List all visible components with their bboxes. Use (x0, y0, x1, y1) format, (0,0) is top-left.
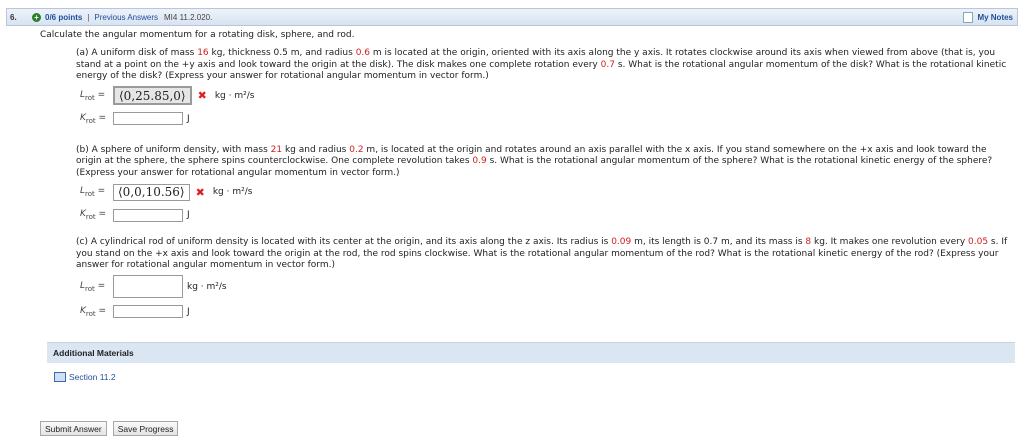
header-separator: | (87, 12, 90, 22)
book-icon (54, 372, 66, 382)
part-b-L-answer[interactable]: ⟨0,0,10.56⟩ (113, 183, 190, 201)
L-units: kg · m²/s (212, 187, 253, 197)
sphere-mass: 21 (270, 144, 283, 155)
section-link-label[interactable]: Section 11.2 (69, 372, 116, 382)
part-b-text: (b) A sphere of uniform density, with ma… (76, 144, 993, 178)
K-units: J (187, 113, 190, 124)
K-rot-label: Krot = (80, 305, 107, 318)
K-units: J (187, 306, 190, 317)
part-b-K-row: Krot = J (80, 205, 1008, 225)
part-a-text: (a) A uniform disk of mass 16 kg, thickn… (76, 48, 1007, 81)
action-buttons: Submit Answer Save Progress (40, 421, 179, 436)
L-units: kg · m²/s (187, 281, 227, 292)
rod-period: 0.05 (968, 237, 989, 247)
question-intro: Calculate the angular momentum for a rot… (40, 30, 355, 40)
part-c-text: (c) A cylindrical rod of uniform density… (76, 237, 1008, 270)
part-c-K-row: Krot = J (80, 302, 1008, 322)
save-progress-button[interactable]: Save Progress (112, 421, 179, 436)
incorrect-x-icon: ✖ (195, 185, 205, 199)
sphere-radius: 0.2 (349, 144, 364, 155)
K-rot-label: Krot = (80, 112, 107, 125)
disk-radius: 0.6 (355, 48, 371, 58)
part-a-K-input[interactable] (113, 112, 183, 125)
part-b-K-input[interactable] (113, 208, 183, 222)
additional-materials-header: Additional Materials (47, 342, 1015, 363)
part-c-K-input[interactable] (113, 305, 183, 318)
disk-period: 0.7 (600, 59, 615, 70)
previous-answers-link[interactable]: Previous Answers (94, 13, 158, 22)
sphere-period: 0.9 (472, 156, 487, 166)
incorrect-x-icon: ✖ (197, 89, 207, 102)
rod-radius: 0.09 (611, 237, 632, 247)
my-notes-label: My Notes (977, 12, 1013, 22)
expand-plus-icon[interactable]: + (32, 12, 41, 22)
question-content: Calculate the angular momentum for a rot… (40, 30, 1008, 322)
notes-icon (963, 11, 974, 23)
L-units: kg · m²/s (214, 90, 255, 101)
question-number: 6. (10, 12, 17, 22)
part-a-L-row: Lrot = ⟨0,25.85,0⟩ ✖ kg · m²/s (80, 86, 1008, 106)
submit-answer-button[interactable]: Submit Answer (40, 421, 107, 436)
L-rot-label: Lrot = (80, 89, 106, 102)
L-rot-label: Lrot = (80, 280, 106, 293)
question-header: 6. + 0/6 points | Previous Answers MI4 1… (6, 8, 1018, 26)
part-c-L-row: Lrot = kg · m²/s (80, 275, 1008, 299)
my-notes-button[interactable]: My Notes (963, 11, 1013, 23)
L-rot-label: Lrot = (80, 186, 106, 198)
part-c-L-input[interactable] (113, 275, 183, 298)
part-a-L-answer[interactable]: ⟨0,25.85,0⟩ (113, 86, 192, 105)
K-units: J (187, 210, 190, 220)
part-a-K-row: Krot = J (80, 109, 1008, 129)
part-b-L-row: Lrot = ⟨0,0,10.56⟩ ✖ kg · m²/s (80, 182, 1008, 202)
K-rot-label: Krot = (80, 209, 107, 221)
disk-mass: 16 (197, 48, 209, 58)
points-score: 0/6 points (45, 12, 83, 22)
question-id: MI4 11.2.020. (164, 12, 213, 22)
section-link[interactable]: Section 11.2 (54, 372, 116, 382)
